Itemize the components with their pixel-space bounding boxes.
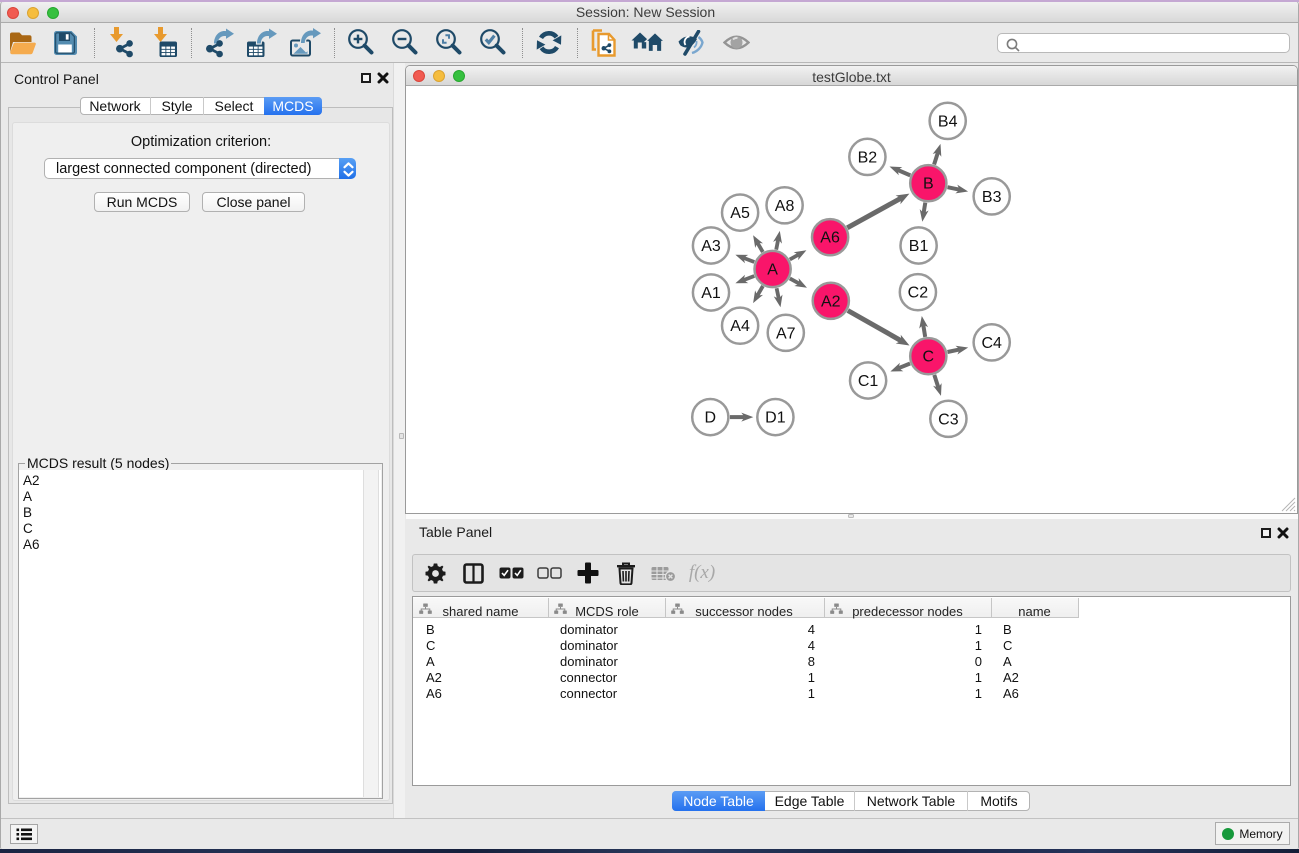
svg-text:D: D [705,410,717,427]
svg-text:A3: A3 [701,238,721,255]
svg-text:B2: B2 [858,149,878,166]
svg-text:A1: A1 [701,285,721,302]
svg-text:A4: A4 [730,318,750,335]
svg-text:B4: B4 [938,113,958,130]
svg-text:B: B [923,176,934,193]
svg-text:C: C [923,349,935,366]
svg-text:D1: D1 [765,410,786,427]
svg-text:C1: C1 [858,373,879,390]
svg-text:B1: B1 [909,238,929,255]
svg-text:A6: A6 [820,230,840,247]
svg-text:C2: C2 [908,285,929,302]
svg-text:A5: A5 [730,205,750,222]
svg-text:C4: C4 [981,335,1002,352]
svg-text:A2: A2 [821,293,841,310]
svg-text:A7: A7 [776,325,796,342]
svg-text:A: A [767,262,778,279]
svg-text:C3: C3 [938,411,959,428]
svg-text:B3: B3 [982,189,1002,206]
svg-text:A8: A8 [775,198,795,215]
